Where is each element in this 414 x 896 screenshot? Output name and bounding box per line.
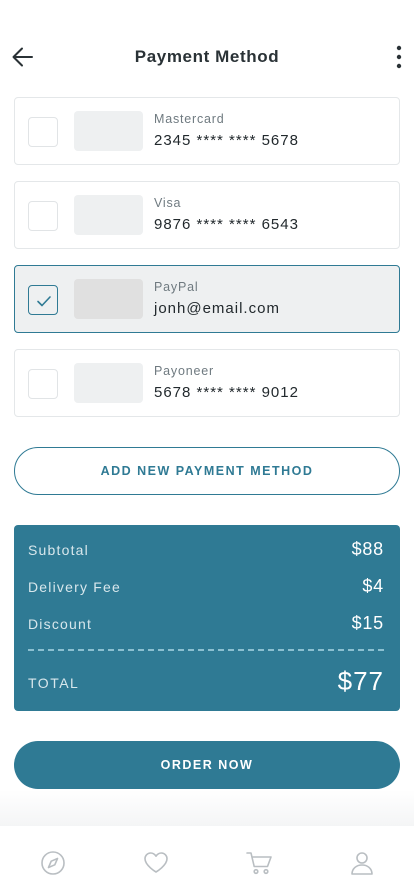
checkbox[interactable] — [28, 201, 58, 231]
total-label: TOTAL — [28, 675, 80, 691]
card-number: jonh@email.com — [154, 300, 280, 317]
card-logo-placeholder — [74, 279, 143, 319]
delivery-row: Delivery Fee $4 — [28, 576, 384, 598]
order-summary: Subtotal $88 Delivery Fee $4 Discount $1… — [14, 525, 400, 711]
card-logo-placeholder — [74, 195, 143, 235]
payment-card-payoneer[interactable]: Payoneer 5678 **** **** 9012 — [14, 349, 400, 417]
total-value: $77 — [337, 666, 384, 696]
delivery-value: $4 — [362, 576, 384, 596]
card-name: Visa — [154, 196, 182, 210]
page-title: Payment Method — [134, 47, 280, 66]
card-number: 5678 **** **** 9012 — [154, 384, 299, 401]
compass-icon[interactable] — [38, 848, 68, 878]
card-name: Mastercard — [154, 112, 225, 126]
delivery-label: Delivery Fee — [28, 579, 121, 595]
check-icon — [37, 296, 51, 307]
user-icon[interactable] — [347, 848, 377, 878]
order-now-button[interactable]: ORDER NOW — [14, 741, 400, 789]
discount-row: Discount $15 — [28, 613, 384, 635]
subtotal-label: Subtotal — [28, 542, 89, 558]
card-name: Payoneer — [154, 364, 214, 378]
heart-icon[interactable] — [141, 848, 171, 878]
tabbar-shadow — [0, 790, 414, 830]
bottom-tab-bar — [0, 826, 414, 896]
card-logo-placeholder — [74, 363, 143, 403]
card-name: PayPal — [154, 280, 199, 294]
card-logo-placeholder — [74, 111, 143, 151]
subtotal-row: Subtotal $88 — [28, 539, 384, 561]
checkbox-checked[interactable] — [28, 285, 58, 315]
add-payment-method-button[interactable]: ADD NEW PAYMENT METHOD — [14, 447, 400, 495]
payment-card-mastercard[interactable]: Mastercard 2345 **** **** 5678 — [14, 97, 400, 165]
app-header: Payment Method — [0, 30, 414, 86]
dashed-divider — [28, 649, 384, 651]
card-number: 2345 **** **** 5678 — [154, 132, 299, 149]
subtotal-value: $88 — [351, 539, 384, 559]
discount-label: Discount — [28, 616, 93, 632]
card-number: 9876 **** **** 6543 — [154, 216, 299, 233]
checkbox[interactable] — [28, 369, 58, 399]
payment-card-visa[interactable]: Visa 9876 **** **** 6543 — [14, 181, 400, 249]
discount-value: $15 — [351, 613, 384, 633]
payment-card-paypal[interactable]: PayPal jonh@email.com — [14, 265, 400, 333]
cart-icon[interactable] — [245, 848, 275, 878]
checkbox[interactable] — [28, 117, 58, 147]
more-vertical-icon[interactable] — [392, 44, 406, 70]
